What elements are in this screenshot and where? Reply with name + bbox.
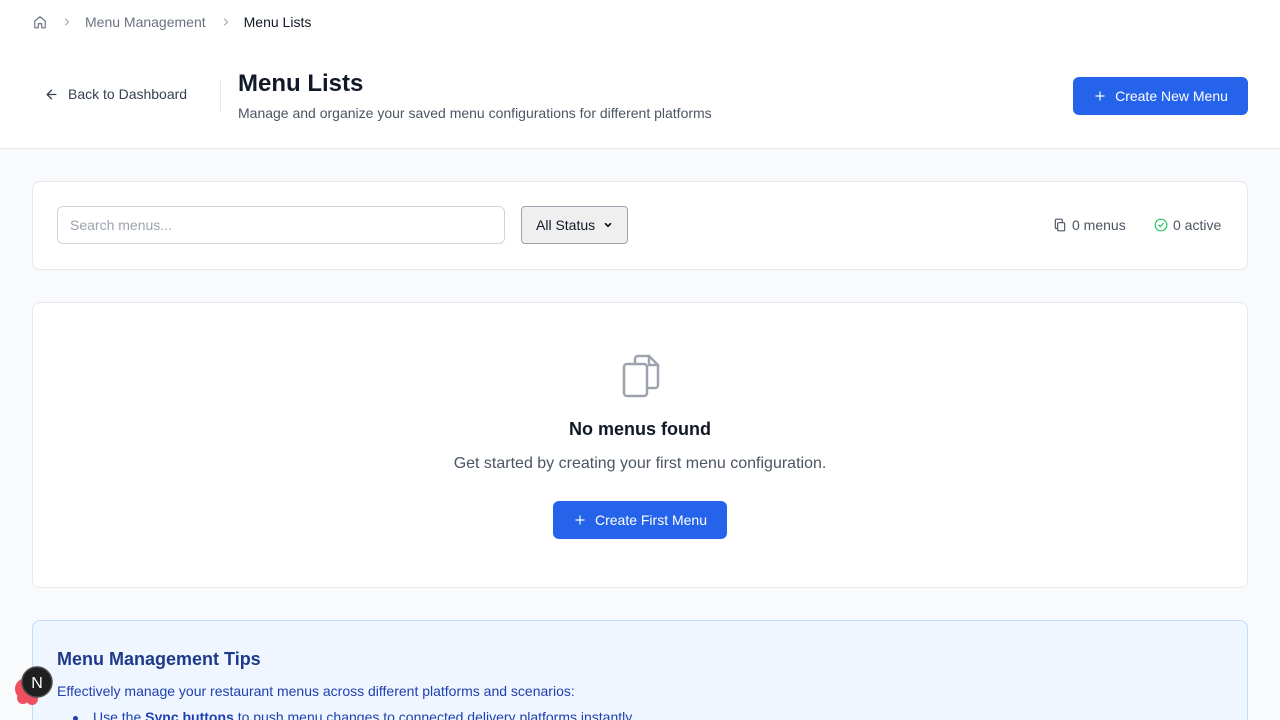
create-new-menu-button[interactable]: Create New Menu (1073, 77, 1248, 115)
menus-count-label: 0 menus (1072, 217, 1126, 233)
check-circle-icon (1154, 218, 1168, 232)
empty-state-title: No menus found (569, 419, 711, 439)
menus-count: 0 menus (1053, 217, 1126, 233)
dev-tools-badge[interactable]: N (12, 665, 58, 705)
page-title: Menu Lists (238, 70, 364, 97)
back-link-label: Back to Dashboard (68, 86, 188, 102)
create-first-menu-label: Create First Menu (594, 512, 708, 528)
tips-card: Menu Management Tips Effectively manage … (32, 620, 1248, 720)
empty-state-card: No menus found Get started by creating y… (32, 302, 1248, 588)
empty-state-description: Get started by creating your first menu … (453, 455, 827, 472)
dev-badge-letter: N (31, 675, 43, 692)
page-header: Menu Management Menu Lists Back to Dashb… (0, 0, 1280, 149)
arrow-left-icon (44, 87, 59, 102)
plus-icon (573, 513, 587, 527)
home-icon[interactable] (33, 15, 47, 29)
plus-icon (1093, 89, 1107, 103)
tips-title: Menu Management Tips (57, 649, 261, 669)
page-subtitle: Manage and organize your saved menu conf… (238, 105, 712, 121)
create-first-menu-button[interactable]: Create First Menu (553, 501, 727, 539)
copy-icon (1053, 218, 1067, 232)
breadcrumb: Menu Management Menu Lists (33, 12, 311, 32)
tips-intro: Effectively manage your restaurant menus… (57, 683, 575, 699)
header-divider (220, 80, 221, 112)
status-select[interactable]: All Status (521, 206, 628, 244)
breadcrumb-current: Menu Lists (243, 14, 312, 30)
active-count: 0 active (1154, 217, 1221, 233)
active-count-label: 0 active (1173, 217, 1222, 233)
chevron-right-icon (61, 16, 73, 28)
back-to-dashboard-link[interactable]: Back to Dashboard (44, 86, 187, 102)
breadcrumb-menu-management[interactable]: Menu Management (85, 14, 206, 30)
create-new-menu-label: Create New Menu (1115, 88, 1228, 104)
tips-list: Use the Sync buttons to push menu change… (73, 709, 632, 720)
chevron-right-icon (220, 16, 232, 28)
chevron-down-icon (603, 220, 613, 230)
filter-card: All Status 0 menus 0 active (32, 181, 1248, 270)
search-input[interactable] (57, 206, 505, 244)
list-item: Use the Sync buttons to push menu change… (73, 709, 632, 720)
status-select-value: All Status (536, 217, 596, 233)
copy-icon (621, 354, 661, 398)
